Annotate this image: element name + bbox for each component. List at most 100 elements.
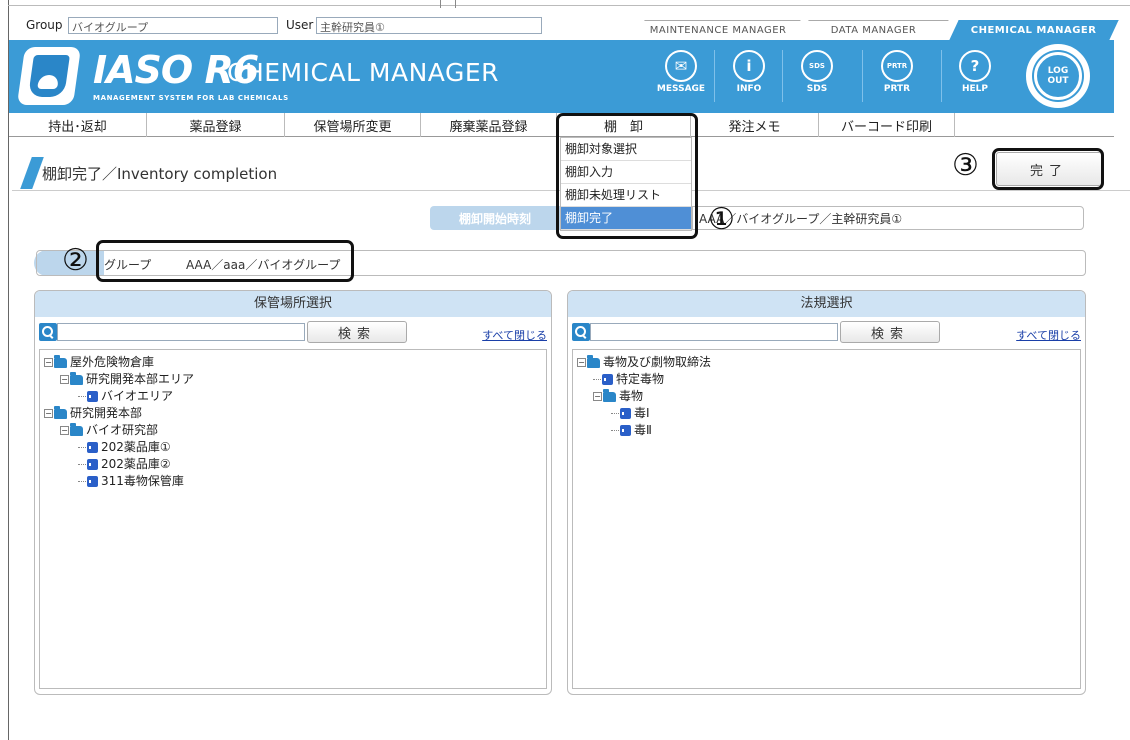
user-field[interactable]: 主幹研究員① bbox=[316, 17, 542, 34]
folder-icon bbox=[70, 371, 83, 385]
logout-button[interactable]: LOG OUT bbox=[1026, 44, 1090, 108]
collapse-toggle-icon[interactable]: − bbox=[44, 409, 53, 418]
highlight-box-1 bbox=[556, 113, 698, 239]
regulation-tree: − 毒物及び劇物取締法 特定毒物 − 毒物 毒Ⅰ 毒Ⅱ bbox=[573, 350, 1080, 439]
divider bbox=[714, 50, 715, 102]
tree-node-label: 特定毒物 bbox=[616, 372, 665, 386]
location-search-input[interactable] bbox=[57, 323, 305, 341]
tree-node-poison[interactable]: − 毒物 bbox=[577, 388, 1080, 405]
tree-node-poison-storage[interactable]: 311毒物保管庫 bbox=[44, 473, 546, 490]
tree-node-label: バイオエリア bbox=[101, 389, 174, 403]
annotation-2: ② bbox=[62, 243, 89, 278]
tree-node-label: 毒Ⅰ bbox=[634, 406, 650, 420]
category-icon bbox=[602, 374, 615, 385]
sds-label: SDS bbox=[806, 84, 828, 94]
tree-node-label: 202薬品庫② bbox=[101, 457, 171, 471]
help-label: HELP bbox=[961, 84, 988, 94]
location-collapse-all-link[interactable]: すべて閉じる bbox=[482, 327, 547, 343]
tree-node-poison-1[interactable]: 毒Ⅰ bbox=[577, 405, 1080, 422]
app-subtitle: MANAGEMENT SYSTEM FOR LAB CHEMICALS bbox=[93, 94, 289, 102]
location-panel-title: 保管場所選択 bbox=[35, 291, 551, 317]
tree-node-storage-2[interactable]: 202薬品庫② bbox=[44, 456, 546, 473]
collapse-toggle-icon[interactable]: − bbox=[60, 426, 69, 435]
highlight-box-2 bbox=[96, 240, 354, 282]
regulation-collapse-all-link[interactable]: すべて閉じる bbox=[1016, 327, 1081, 343]
category-icon bbox=[620, 425, 633, 436]
nav-location-change[interactable]: 保管場所変更 bbox=[285, 113, 421, 137]
tree-node-label: 毒物 bbox=[619, 389, 644, 403]
prtr-icon: PRTR bbox=[881, 50, 913, 82]
help-icon: ? bbox=[959, 50, 991, 82]
collapse-toggle-icon[interactable]: − bbox=[593, 392, 602, 401]
tab-chemical-manager[interactable]: CHEMICAL MANAGER bbox=[949, 20, 1119, 40]
shelf-icon bbox=[87, 476, 100, 487]
regulation-search-input[interactable] bbox=[590, 323, 838, 341]
group-field[interactable]: バイオグループ bbox=[68, 17, 278, 34]
shelf-icon bbox=[87, 459, 100, 470]
location-search-button[interactable]: 検索 bbox=[307, 321, 407, 343]
tree-node-storage-1[interactable]: 202薬品庫① bbox=[44, 439, 546, 456]
divider bbox=[941, 50, 942, 102]
nav-checkout-return[interactable]: 持出･返却 bbox=[9, 113, 147, 137]
tree-node-label: 毒物及び劇物取締法 bbox=[603, 355, 712, 369]
tree-node-label: バイオ研究部 bbox=[86, 423, 159, 437]
tree-node-rd-hq[interactable]: − 研究開発本部 bbox=[44, 405, 546, 422]
nav-order-memo[interactable]: 発注メモ bbox=[691, 113, 819, 137]
folder-icon bbox=[587, 354, 600, 368]
logo-icon bbox=[16, 47, 82, 105]
tab-data-manager[interactable]: DATA MANAGER bbox=[799, 20, 949, 40]
tree-node-bio-dept[interactable]: − バイオ研究部 bbox=[44, 422, 546, 439]
folder-icon bbox=[54, 405, 67, 419]
app-header: IASO R6 CHEMICAL MANAGER MANAGEMENT SYST… bbox=[9, 40, 1114, 113]
tree-node-label: 311毒物保管庫 bbox=[101, 474, 184, 488]
tree-node-poison-act[interactable]: − 毒物及び劇物取締法 bbox=[577, 354, 1080, 371]
regulation-search-button[interactable]: 検索 bbox=[840, 321, 940, 343]
group-label: Group bbox=[26, 18, 63, 32]
tree-node-label: 202薬品庫① bbox=[101, 440, 171, 454]
tree-node-outdoor-warehouse[interactable]: − 屋外危険物倉庫 bbox=[44, 354, 546, 371]
nav-barcode-print[interactable]: バーコード印刷 bbox=[819, 113, 955, 137]
app-name: CHEMICAL MANAGER bbox=[227, 58, 500, 87]
folder-icon bbox=[54, 354, 67, 368]
tree-node-label: 屋外危険物倉庫 bbox=[70, 355, 155, 369]
envelope-icon: ✉ bbox=[665, 50, 697, 82]
tree-node-label: 研究開発本部エリア bbox=[86, 372, 195, 386]
prtr-label: PRTR bbox=[883, 84, 911, 94]
tree-node-specified-poison[interactable]: 特定毒物 bbox=[577, 371, 1080, 388]
tree-node-bio-area[interactable]: バイオエリア bbox=[44, 388, 546, 405]
title-flag bbox=[20, 157, 44, 189]
location-tree: − 屋外危険物倉庫 − 研究開発本部エリア バイオエリア − 研究開発本部 − バイオ研… bbox=[40, 350, 546, 490]
info-button[interactable]: i INFO bbox=[723, 50, 775, 94]
divider bbox=[782, 50, 783, 102]
regulation-panel: 法規選択 検索 すべて閉じる − 毒物及び劇物取締法 特定毒物 − 毒物 毒Ⅰ 毒Ⅱ bbox=[567, 290, 1086, 695]
collapse-toggle-icon[interactable]: − bbox=[44, 358, 53, 367]
location-search-row: 検索 すべて閉じる bbox=[35, 317, 551, 347]
category-icon bbox=[620, 408, 633, 419]
help-button[interactable]: ? HELP bbox=[949, 50, 1001, 94]
location-panel: 保管場所選択 検索 すべて閉じる − 屋外危険物倉庫 − 研究開発本部エリア バイオ… bbox=[34, 290, 552, 695]
annotation-3: ③ bbox=[952, 148, 979, 183]
page-title: 棚卸完了／Inventory completion bbox=[42, 165, 278, 183]
nav-chemical-register[interactable]: 薬品登録 bbox=[147, 113, 285, 137]
prtr-button[interactable]: PRTR PRTR bbox=[871, 50, 923, 94]
sds-button[interactable]: SDS SDS bbox=[791, 50, 843, 94]
tree-node-rd-hq-area[interactable]: − 研究開発本部エリア bbox=[44, 371, 546, 388]
collapse-toggle-icon[interactable]: − bbox=[60, 375, 69, 384]
shelf-icon bbox=[87, 391, 100, 402]
annotation-1: ① bbox=[708, 202, 735, 237]
tree-node-label: 毒Ⅱ bbox=[634, 423, 652, 437]
tree-node-label: 研究開発本部 bbox=[70, 406, 143, 420]
message-button[interactable]: ✉ MESSAGE bbox=[655, 50, 707, 94]
search-icon bbox=[39, 323, 57, 341]
shelf-icon bbox=[87, 442, 100, 453]
folder-icon bbox=[70, 422, 83, 436]
message-label: MESSAGE bbox=[656, 84, 706, 94]
nav-disposal-register[interactable]: 廃棄薬品登録 bbox=[421, 113, 557, 137]
collapse-toggle-icon[interactable]: − bbox=[577, 358, 586, 367]
tab-maintenance-manager[interactable]: MAINTENANCE MANAGER bbox=[635, 20, 801, 40]
top-rule bbox=[8, 0, 1130, 8]
highlight-box-3 bbox=[992, 148, 1104, 190]
regulation-panel-title: 法規選択 bbox=[568, 291, 1085, 317]
tree-node-poison-2[interactable]: 毒Ⅱ bbox=[577, 422, 1080, 439]
location-tree-box: − 屋外危険物倉庫 − 研究開発本部エリア バイオエリア − 研究開発本部 − バイオ研… bbox=[39, 349, 547, 689]
